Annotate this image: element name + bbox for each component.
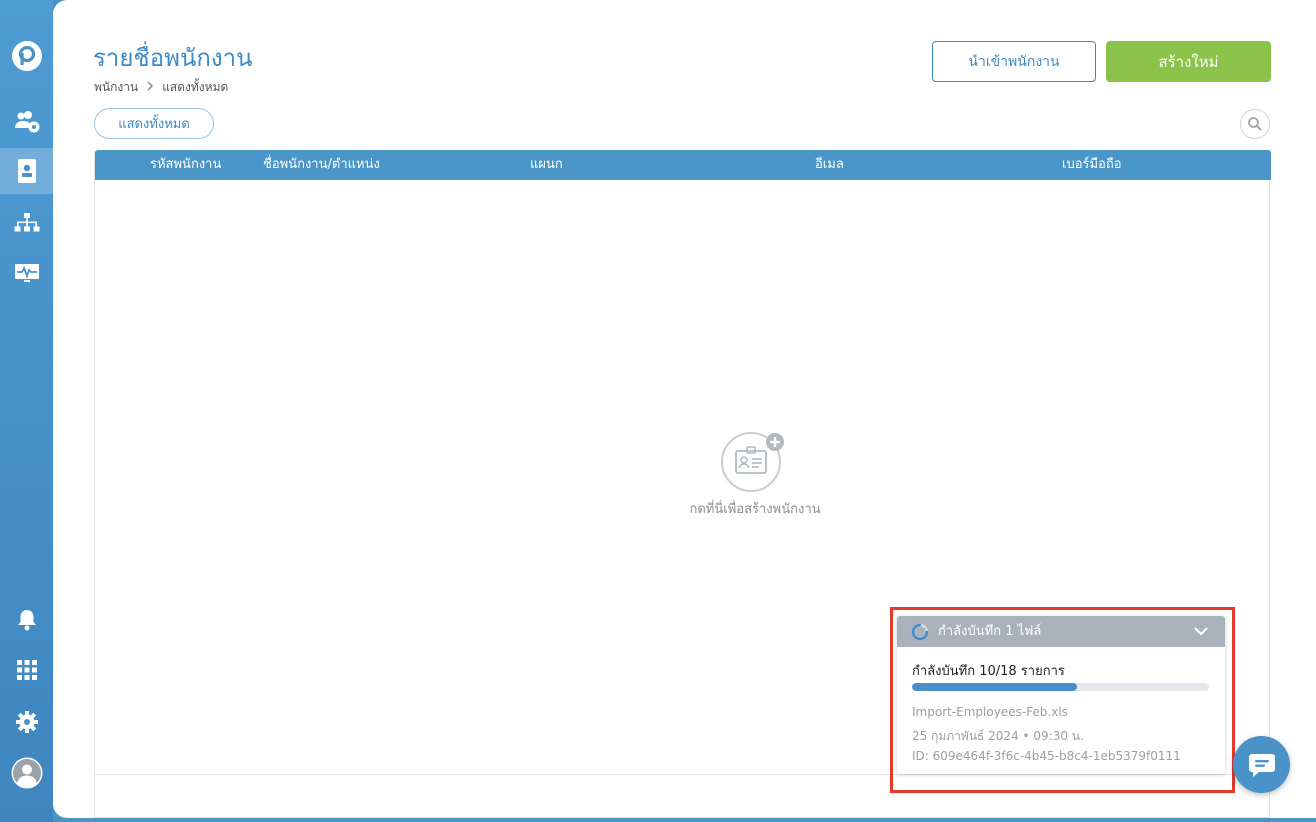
chevron-down-icon[interactable] (1193, 624, 1209, 638)
upload-progress-panel: กำลังบันทึก 1 ไฟล์ กำลังบันทึก 10/18 ราย… (897, 616, 1225, 774)
column-department[interactable]: แผนก (530, 150, 563, 180)
employee-card-icon[interactable] (0, 148, 53, 194)
import-employees-button[interactable]: นำเข้าพนักงาน (932, 41, 1096, 82)
app-logo-icon[interactable] (0, 33, 53, 79)
upload-id: ID: 609e464f-3f6c-4b45-b8c4-1eb5379f0111 (912, 749, 1181, 763)
create-new-button[interactable]: สร้างใหม่ (1106, 41, 1271, 82)
filter-chip-show-all[interactable]: แสดงทั้งหมด (94, 108, 214, 139)
breadcrumb: พนักงาน แสดงทั้งหมด (94, 78, 228, 97)
search-icon (1248, 117, 1262, 131)
upload-progress-bar (912, 683, 1209, 691)
chat-support-button[interactable] (1233, 736, 1290, 793)
column-name-position[interactable]: ชื่อพนักงาน/ตำแหน่ง (263, 150, 380, 180)
table-header: รหัสพนักงาน ชื่อพนักงาน/ตำแหน่ง แผนก อีเ… (95, 150, 1271, 180)
breadcrumb-item-show-all: แสดงทั้งหมด (162, 80, 229, 94)
empty-state-text: กดที่นี่เพื่อสร้างพนักงาน (689, 502, 821, 517)
user-settings-icon[interactable] (0, 99, 53, 145)
gear-icon[interactable] (0, 699, 53, 745)
empty-state-create-employee[interactable]: กดที่นี่เพื่อสร้างพนักงาน (595, 430, 915, 519)
upload-status-text: กำลังบันทึก 10/18 รายการ (912, 664, 1065, 679)
bell-icon[interactable] (0, 597, 53, 643)
column-email[interactable]: อีเมล (815, 150, 844, 180)
column-employee-id[interactable]: รหัสพนักงาน (150, 150, 221, 180)
chevron-right-icon (146, 81, 154, 94)
upload-date: 25 กุมภาพันธ์ 2024 • 09:30 น. (912, 729, 1084, 743)
column-mobile[interactable]: เบอร์มือถือ (1062, 150, 1122, 180)
org-chart-icon[interactable] (0, 200, 53, 246)
breadcrumb-item-employees[interactable]: พนักงาน (94, 78, 138, 97)
chat-bubble-icon (1248, 753, 1275, 777)
upload-progress-fill (912, 683, 1077, 691)
search-button[interactable] (1240, 109, 1270, 139)
avatar-icon[interactable] (0, 750, 53, 796)
upload-panel-header[interactable]: กำลังบันทึก 1 ไฟล์ (897, 616, 1225, 647)
upload-header-text: กำลังบันทึก 1 ไฟล์ (938, 624, 1042, 639)
monitor-pulse-icon[interactable] (0, 250, 53, 296)
apps-grid-icon[interactable] (0, 647, 53, 693)
add-employee-card-icon (721, 432, 784, 492)
sidebar (0, 0, 53, 822)
page-title: รายชื่อพนักงาน (93, 44, 253, 72)
upload-file-name: Import-Employees-Feb.xls (912, 705, 1068, 719)
loading-spinner-icon (911, 623, 929, 641)
